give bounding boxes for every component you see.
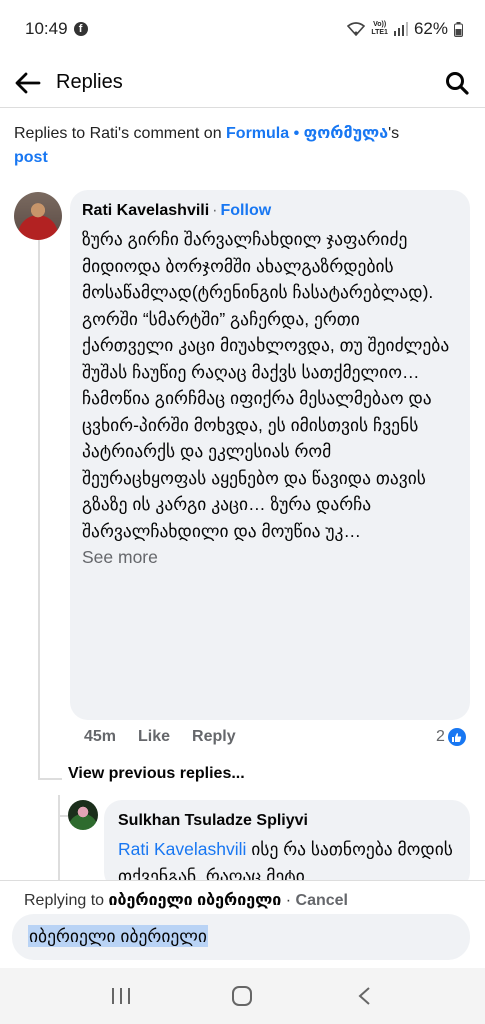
facebook-notification-icon: f: [73, 22, 88, 36]
reply-context: Replies to Rati's comment on Formula • ფ…: [14, 122, 474, 170]
status-bar: 10:49 f Vo)) LTE1 62%: [0, 0, 485, 58]
back-button[interactable]: [0, 58, 56, 108]
reply-input[interactable]: იბერიელი იბერიელი: [12, 914, 470, 960]
volte-icon: Vo)) LTE1: [371, 21, 388, 36]
system-nav-bar: [0, 968, 485, 1024]
recent-apps-icon: [111, 988, 130, 1004]
view-previous-replies[interactable]: View previous replies...: [68, 765, 245, 783]
comment-actions: 45m Like Reply: [84, 728, 258, 746]
replying-label: Replying to: [24, 892, 109, 909]
reply-mention[interactable]: Rati Kavelashvili: [118, 839, 246, 859]
page-link[interactable]: Formula • ფორმულა: [226, 125, 388, 142]
app-header: Replies: [0, 58, 485, 108]
reaction-count[interactable]: 2: [436, 728, 466, 746]
wifi-icon: [347, 22, 366, 36]
signal-icon: [393, 22, 408, 36]
context-prefix: Replies to Rati's comment on: [14, 125, 227, 142]
replying-name: იბერიელი იბერიელი: [108, 892, 282, 909]
comment-time: 45m: [84, 728, 117, 745]
like-button[interactable]: Like: [138, 728, 170, 746]
replying-separator: ·: [281, 892, 296, 909]
status-icons: Vo)) LTE1 62%: [347, 19, 463, 39]
reply-composer: Replying to იბერიელი იბერიელი · Cancel ი…: [0, 880, 485, 968]
recent-apps-button[interactable]: [101, 976, 141, 1016]
thread-line-nested: [58, 795, 60, 885]
search-button[interactable]: [429, 58, 485, 108]
thread-connector: [38, 778, 62, 780]
battery-percent: 62%: [413, 19, 448, 38]
chevron-left-icon: [358, 987, 370, 1005]
separator-dot: ·: [212, 202, 218, 219]
thread-line: [38, 240, 40, 778]
see-more-link[interactable]: See more: [82, 544, 456, 570]
comment-author[interactable]: Rati Kavelashvili: [82, 202, 209, 219]
back-nav-button[interactable]: [344, 976, 384, 1016]
comment-text: ზურა გირჩი შარვალჩახდილ ჯაფარიძე მიდიოდა…: [82, 229, 450, 541]
replying-to-bar: Replying to იბერიელი იბერიელი · Cancel: [24, 890, 348, 910]
follow-button[interactable]: Follow: [221, 202, 272, 219]
search-icon: [446, 71, 469, 95]
home-icon: [232, 986, 253, 1006]
status-time: 10:49: [25, 19, 68, 38]
home-button[interactable]: [222, 976, 262, 1016]
battery-icon: [454, 21, 463, 37]
reply-avatar[interactable]: [68, 800, 98, 830]
thread-connector-nested: [58, 815, 68, 817]
like-icon: [447, 728, 466, 746]
comment-bubble: Rati Kavelashvili · Follow ზურა გირჩი შარვ…: [70, 190, 470, 720]
context-suffix: 's: [388, 125, 400, 142]
reaction-count-value: 2: [436, 728, 445, 745]
reply-input-value: იბერიელი იბერიელი: [28, 925, 208, 947]
cancel-button[interactable]: Cancel: [296, 892, 348, 909]
reply-author[interactable]: Sulkhan Tsuladze Splіyvi: [118, 810, 456, 832]
reply-button[interactable]: Reply: [192, 728, 236, 746]
avatar[interactable]: [14, 192, 62, 240]
arrow-left-icon: [15, 72, 41, 93]
reply-bubble: Sulkhan Tsuladze Splіyvi Rati Kavelashvi…: [104, 800, 470, 890]
post-link[interactable]: post: [14, 149, 48, 166]
page-title: Replies: [56, 71, 123, 93]
